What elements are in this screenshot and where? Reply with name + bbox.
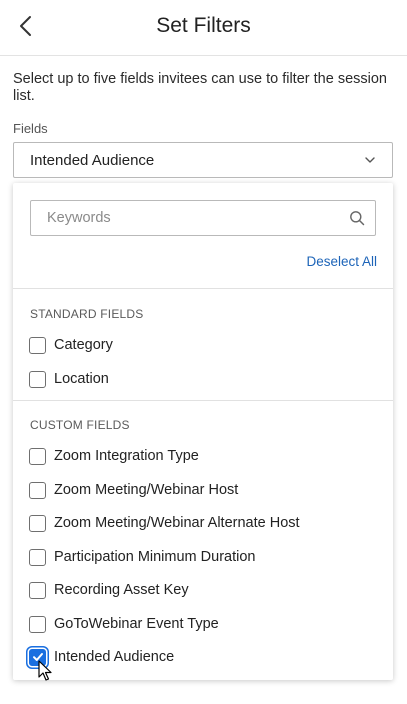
page-title: Set Filters	[156, 14, 251, 37]
option-zoom-meeting-webinar-host[interactable]: Zoom Meeting/Webinar Host	[29, 478, 379, 502]
instructions-text: Select up to five fields invitees can us…	[13, 71, 387, 104]
option-zoom-integration-type[interactable]: Zoom Integration Type	[29, 444, 379, 468]
option-zoom-alternate-host[interactable]: Zoom Meeting/Webinar Alternate Host	[29, 511, 379, 535]
fields-select-value: Intended Audience	[30, 151, 155, 169]
option-label: Category	[54, 337, 113, 353]
option-location[interactable]: Location	[29, 367, 379, 391]
option-label: Recording Asset Key	[54, 582, 189, 598]
option-category[interactable]: Category	[29, 333, 379, 357]
checkbox[interactable]	[29, 370, 46, 388]
option-label: Zoom Meeting/Webinar Host	[54, 482, 239, 498]
standard-fields-title: STANDARD FIELDS	[30, 307, 144, 321]
checkbox[interactable]	[29, 615, 46, 633]
option-label: Zoom Meeting/Webinar Alternate Host	[54, 515, 300, 531]
keyword-search	[30, 200, 376, 236]
search-icon	[350, 211, 365, 226]
chevron-down-icon	[365, 157, 375, 163]
custom-fields-title: CUSTOM FIELDS	[30, 418, 130, 432]
checkbox[interactable]	[29, 548, 46, 566]
option-label: GoToWebinar Event Type	[54, 616, 219, 632]
checkbox[interactable]	[29, 447, 46, 465]
divider	[13, 400, 393, 401]
checkbox-checked[interactable]	[29, 648, 46, 666]
keyword-search-input[interactable]	[31, 201, 375, 235]
option-label: Location	[54, 371, 109, 387]
fields-select[interactable]: Intended Audience	[13, 142, 393, 178]
checkbox[interactable]	[29, 514, 46, 532]
option-label: Zoom Integration Type	[54, 448, 199, 464]
deselect-all-link[interactable]: Deselect All	[306, 254, 377, 269]
fields-label: Fields	[13, 121, 48, 136]
option-participation-minimum-duration[interactable]: Participation Minimum Duration	[29, 545, 379, 569]
option-label: Participation Minimum Duration	[54, 549, 256, 565]
option-recording-asset-key[interactable]: Recording Asset Key	[29, 578, 379, 602]
divider	[13, 288, 393, 289]
checkbox[interactable]	[29, 481, 46, 499]
option-label: Intended Audience	[54, 649, 175, 665]
header: Set Filters	[0, 0, 407, 56]
option-gotowebinar-event-type[interactable]: GoToWebinar Event Type	[29, 612, 379, 636]
check-icon	[32, 653, 43, 661]
checkbox[interactable]	[29, 336, 46, 354]
option-intended-audience[interactable]: Intended Audience	[29, 645, 379, 669]
fields-dropdown: Deselect All STANDARD FIELDS Category Lo…	[13, 183, 393, 680]
checkbox[interactable]	[29, 581, 46, 599]
